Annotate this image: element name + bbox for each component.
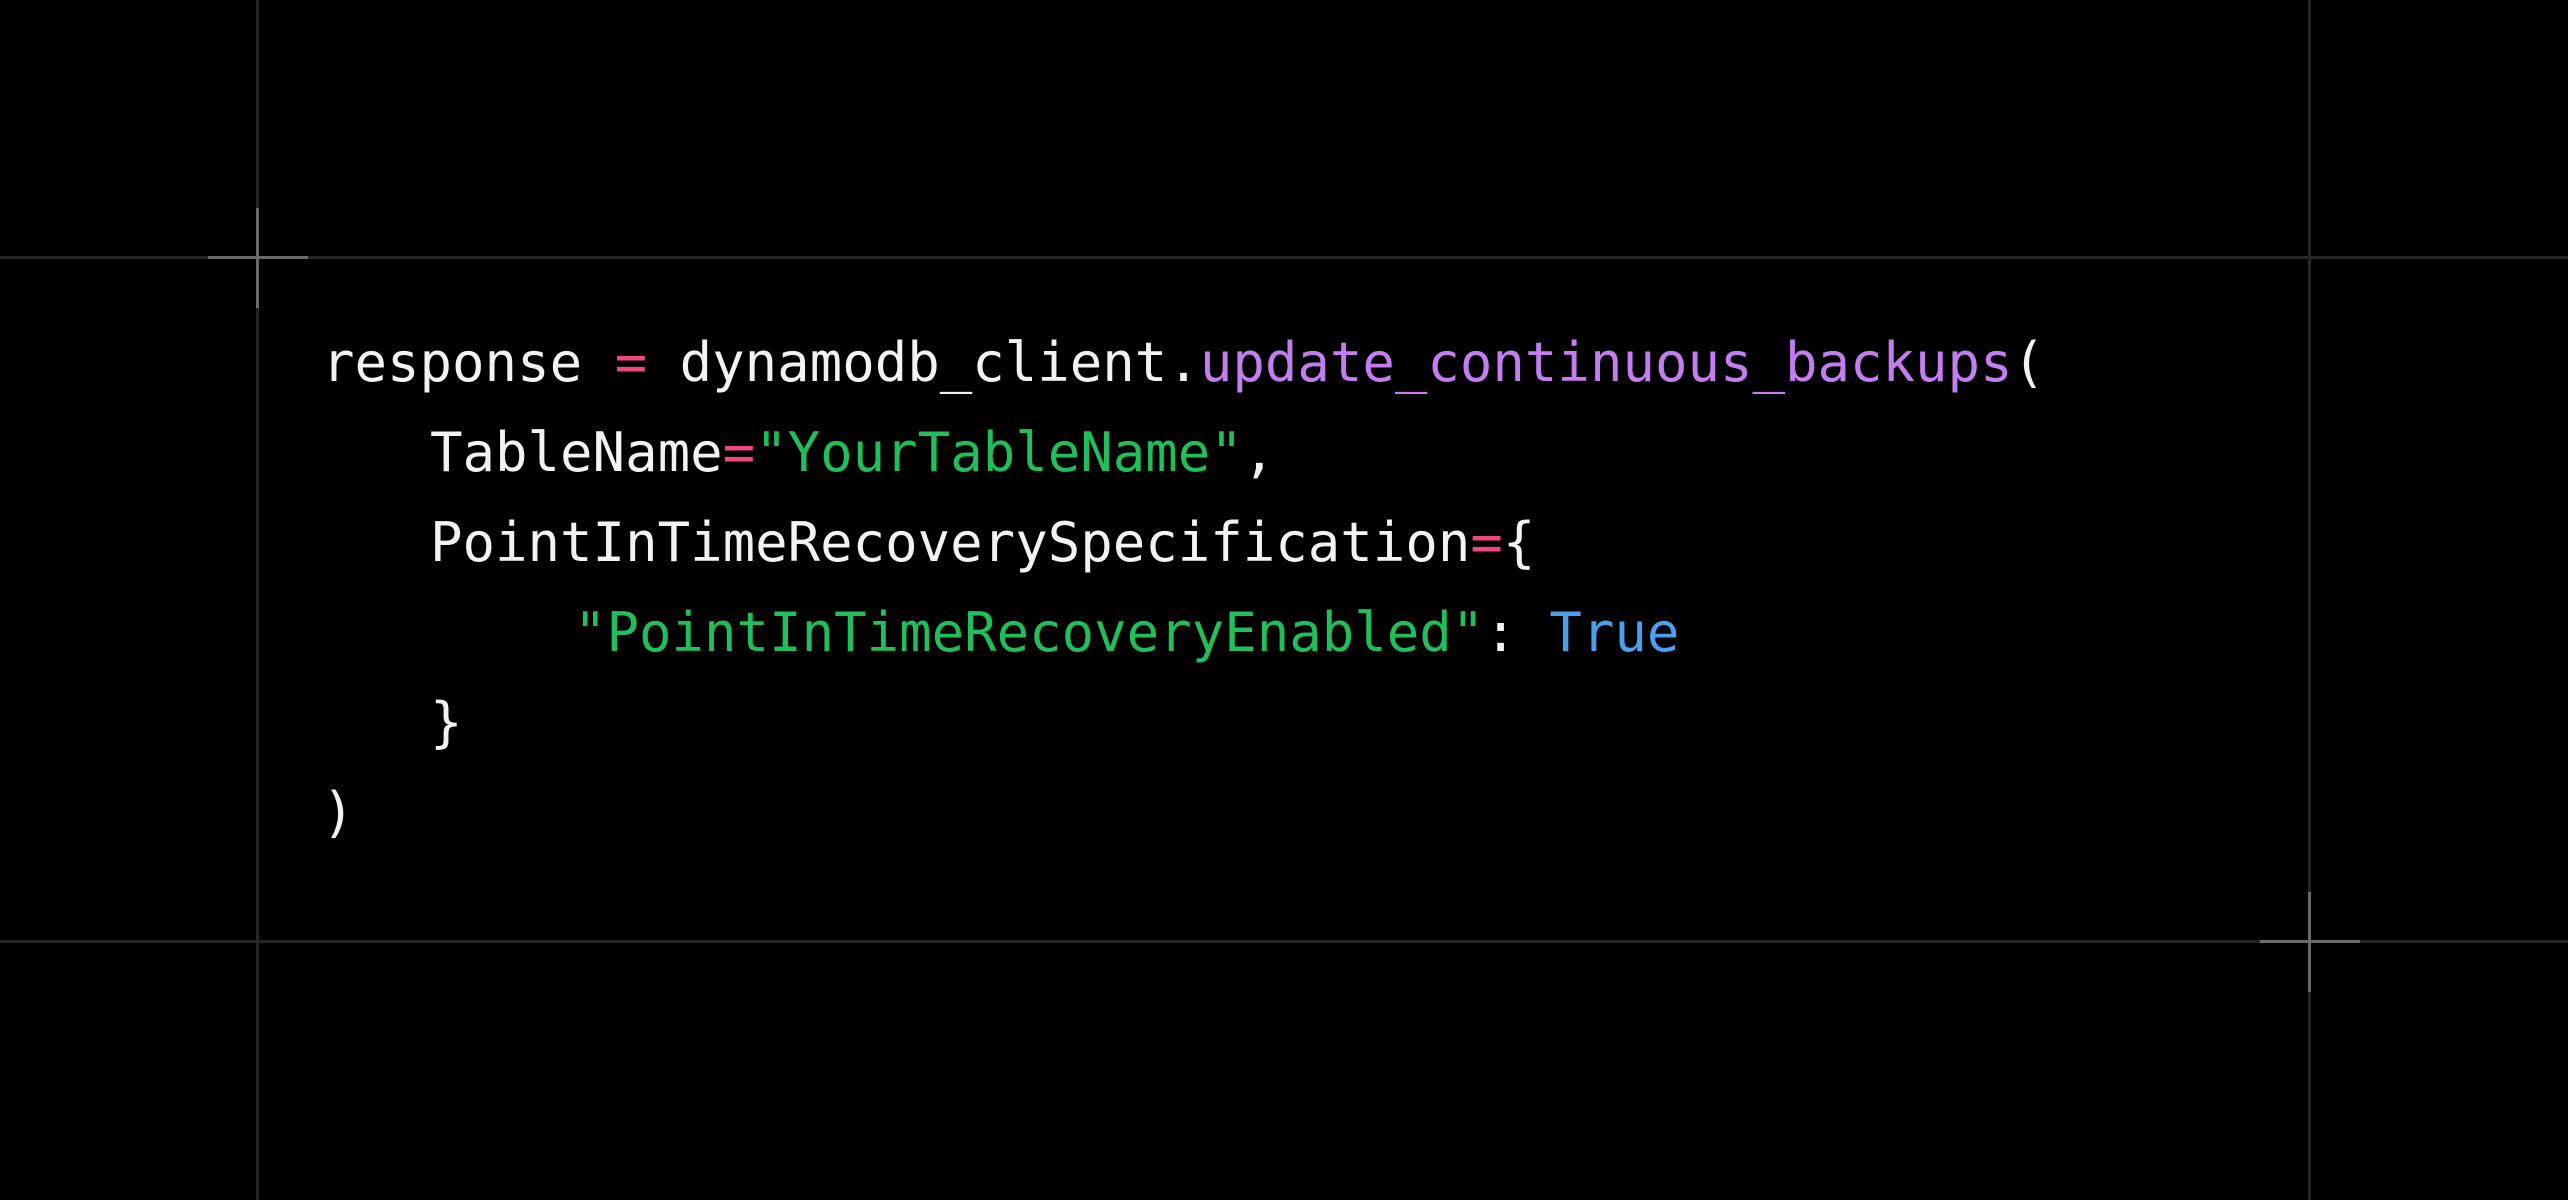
- crosshair-bottom-right-icon: [2260, 892, 2360, 992]
- grid-line-right: [2308, 0, 2311, 1200]
- code-line-4: "PointInTimeRecoveryEnabled": True: [322, 588, 2045, 678]
- grid-line-left: [256, 0, 259, 1200]
- code-keyword: True: [1549, 601, 1680, 664]
- code-line-6: ): [322, 768, 2045, 858]
- code-line-5: }: [322, 678, 2045, 768]
- code-function: update_continuous_backups: [1199, 331, 2013, 394]
- code-variable: response: [322, 331, 583, 394]
- crosshair-top-left-icon: [208, 208, 308, 308]
- code-operator: =: [1470, 511, 1503, 574]
- code-comma: ,: [1242, 421, 1276, 484]
- code-paren: (: [2012, 331, 2046, 394]
- code-line-3: PointInTimeRecoverySpecification={: [322, 498, 2045, 588]
- code-param-key: PointInTimeRecoverySpecification: [430, 511, 1471, 574]
- code-string: "PointInTimeRecoveryEnabled": [574, 601, 1485, 664]
- code-line-2: TableName="YourTableName",: [322, 408, 2045, 498]
- code-brace: }: [430, 691, 463, 754]
- code-param-key: TableName: [430, 421, 723, 484]
- grid-line-bottom: [0, 940, 2568, 943]
- code-operator: =: [614, 331, 648, 394]
- grid-line-top: [0, 256, 2568, 259]
- code-object: dynamodb_client.: [679, 331, 1200, 394]
- code-block: response = dynamodb_client.update_contin…: [322, 318, 2045, 858]
- code-line-1: response = dynamodb_client.update_contin…: [322, 318, 2045, 408]
- code-paren: ): [322, 781, 355, 844]
- code-brace: {: [1502, 511, 1536, 574]
- code-operator: =: [722, 421, 756, 484]
- code-colon: :: [1484, 601, 1517, 664]
- code-string: "YourTableName": [755, 421, 1243, 484]
